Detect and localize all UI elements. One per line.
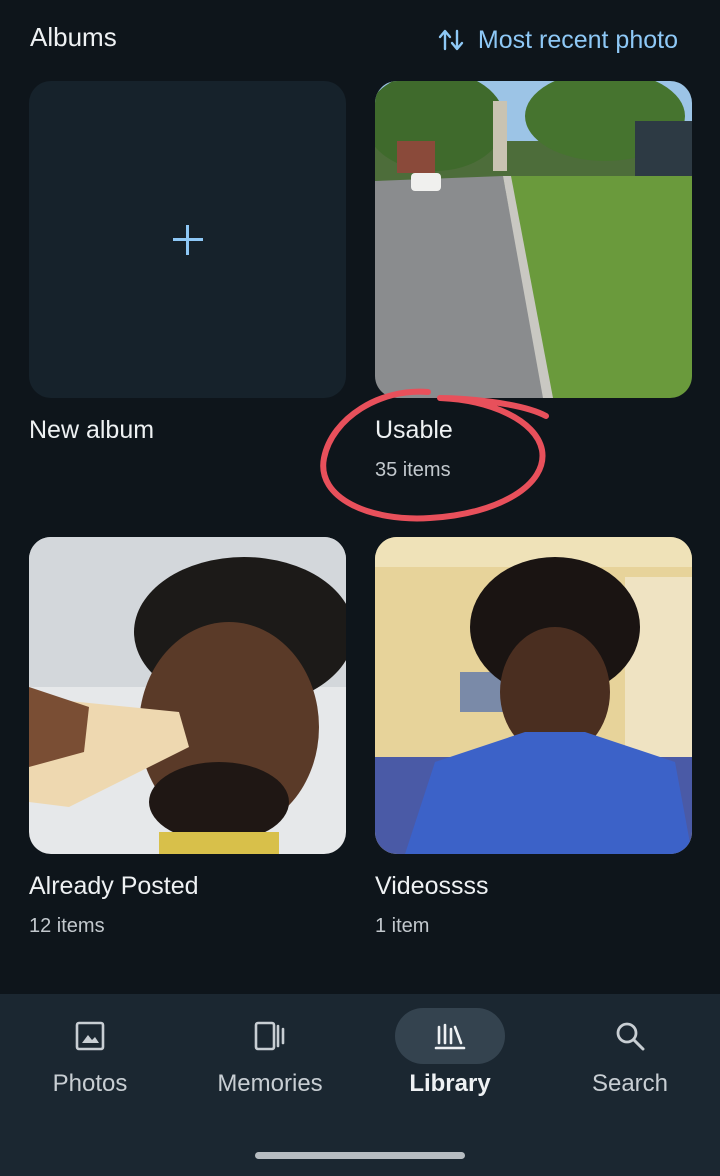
album-thumbnail[interactable] bbox=[375, 537, 692, 854]
album-name: Usable bbox=[375, 416, 453, 444]
photo-icon bbox=[75, 1021, 105, 1051]
nav-label: Library bbox=[409, 1070, 491, 1097]
album-thumbnail[interactable] bbox=[375, 81, 692, 398]
album-name: Videossss bbox=[375, 872, 489, 900]
sort-label: Most recent photo bbox=[477, 25, 678, 54]
library-icon bbox=[434, 1023, 466, 1050]
nav-label: Search bbox=[591, 1070, 669, 1097]
street-photo bbox=[375, 81, 692, 398]
new-album-thumbnail[interactable] bbox=[29, 81, 346, 398]
nav-photos[interactable]: Photos bbox=[0, 994, 180, 1134]
home-gesture-bar[interactable] bbox=[255, 1152, 465, 1159]
album-name: Already Posted bbox=[29, 872, 199, 900]
album-count: 1 item bbox=[375, 915, 430, 937]
album-thumbnail[interactable] bbox=[29, 537, 346, 854]
album-count: 35 items bbox=[375, 459, 451, 481]
nav-library[interactable]: Library bbox=[360, 994, 540, 1134]
album-count: 12 items bbox=[29, 915, 105, 937]
library-screen: Albums Most recent photo New album Usabl… bbox=[0, 0, 720, 1176]
nav-label: Memories bbox=[217, 1070, 323, 1097]
album-name: New album bbox=[29, 416, 155, 444]
nav-memories[interactable]: Memories bbox=[180, 994, 360, 1134]
sort-arrows-icon bbox=[438, 29, 464, 51]
plus-icon bbox=[172, 224, 203, 255]
album-tile-usable[interactable]: Usable 35 items bbox=[375, 81, 692, 482]
albums-title: Albums bbox=[30, 22, 117, 52]
portrait-photo bbox=[29, 537, 346, 854]
video-photo bbox=[375, 537, 692, 854]
sort-button[interactable]: Most recent photo bbox=[438, 20, 678, 60]
nav-search[interactable]: Search bbox=[540, 994, 720, 1134]
nav-label: Photos bbox=[52, 1070, 128, 1097]
bottom-navigation: Photos Memories Library Search bbox=[0, 994, 720, 1176]
search-icon bbox=[616, 1022, 645, 1051]
new-album-tile[interactable]: New album bbox=[29, 81, 346, 445]
album-tile-already-posted[interactable]: Already Posted 12 items bbox=[29, 537, 346, 938]
albums-header: Albums Most recent photo bbox=[0, 0, 720, 80]
album-tile-videossss[interactable]: Videossss 1 item bbox=[375, 537, 692, 938]
memories-icon bbox=[254, 1021, 285, 1051]
